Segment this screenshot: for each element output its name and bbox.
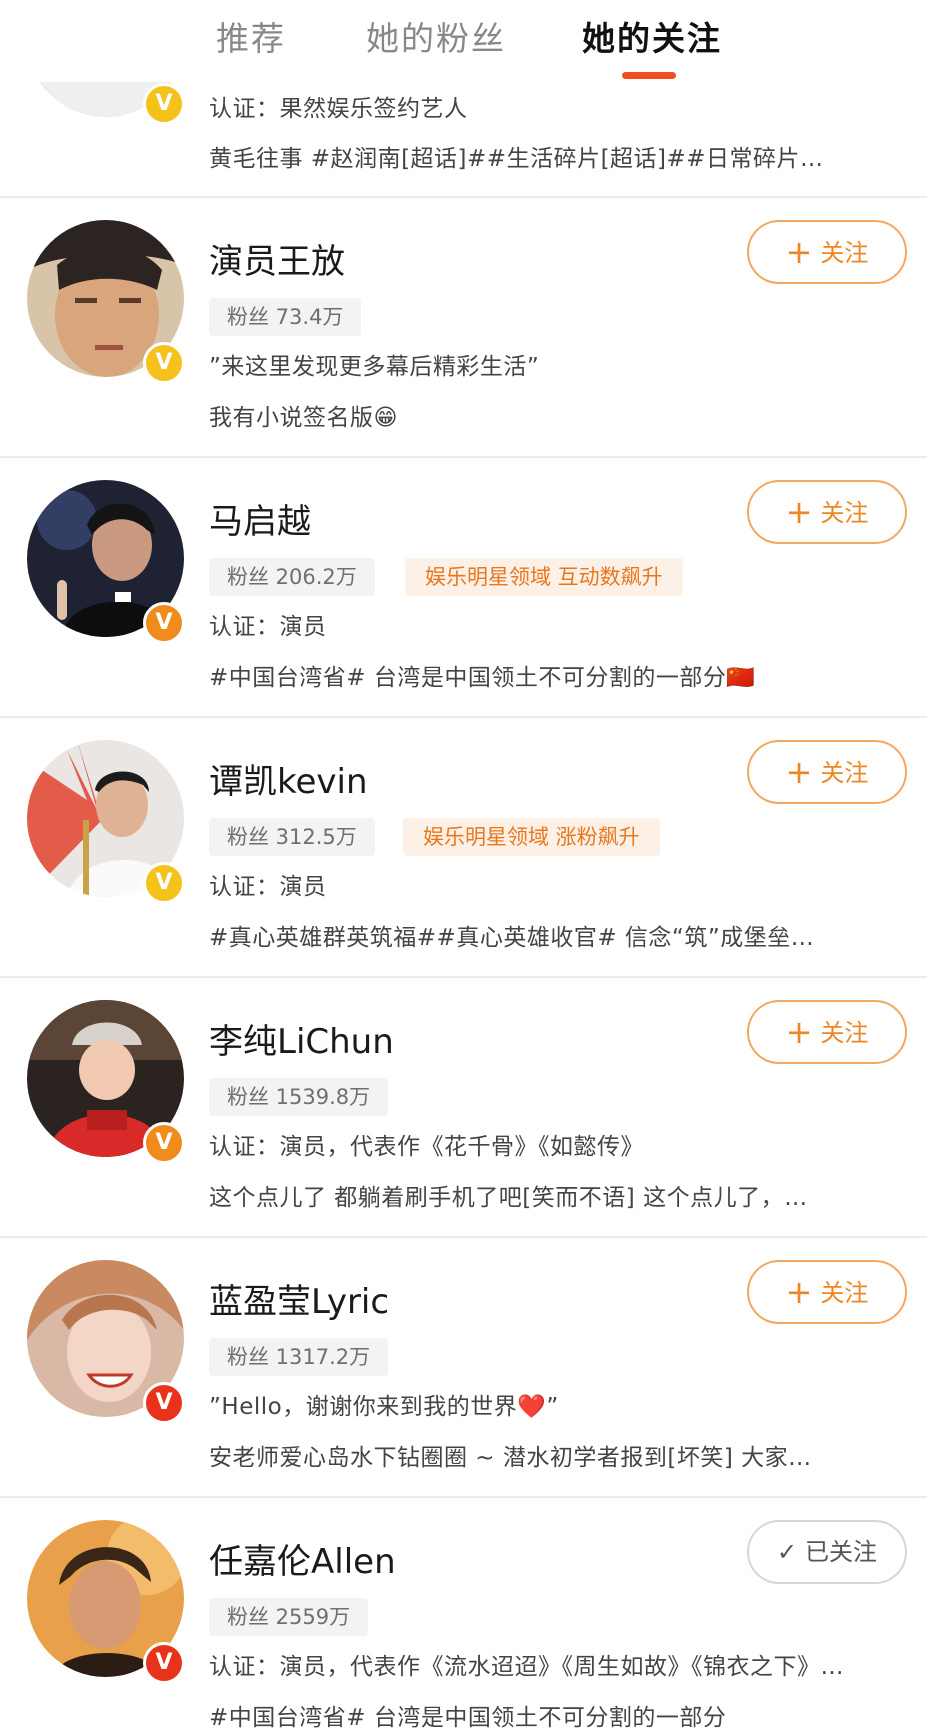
verification-text: 认证：演员 xyxy=(209,614,327,640)
verification-text: 认证：果然娱乐签约艺人 xyxy=(209,96,468,122)
verified-badge-icon: V xyxy=(143,1642,185,1684)
follow-button[interactable]: + 关注 xyxy=(747,740,907,804)
verified-badge-icon: V xyxy=(143,83,185,125)
bio-text: #中国台湾省# 台湾是中国领土不可分割的一部分 xyxy=(209,1705,727,1731)
verified-badge-icon: V xyxy=(143,602,185,644)
list-item[interactable]: V 谭凯kevin 粉丝 312.5万 娱乐明星领域 涨粉飙升 认证：演员 #真… xyxy=(0,718,927,978)
tab-recommend[interactable]: 推荐 xyxy=(216,14,286,64)
follow-button[interactable]: + 关注 xyxy=(747,480,907,544)
following-button[interactable]: ✓ 已关注 xyxy=(747,1520,907,1584)
divider xyxy=(0,196,927,198)
plus-icon: + xyxy=(785,1013,813,1051)
verified-badge-icon: V xyxy=(143,862,185,904)
bio-text: 安老师爱心岛水下钻圈圈 ~ 潜水初学者报到[坏笑] 大家… xyxy=(209,1445,812,1471)
list-item[interactable]: V 任嘉伦Allen 粉丝 2559万 认证：演员，代表作《流水迢迢》《周生如故… xyxy=(0,1498,927,1731)
verification-text: 认证：演员，代表作《花千骨》《如懿传》 xyxy=(209,1134,644,1160)
fans-count: 粉丝 312.5万 xyxy=(209,818,375,856)
plus-icon: + xyxy=(785,493,813,531)
trending-tag[interactable]: 娱乐明星领域 涨粉飙升 xyxy=(403,818,660,856)
fans-count: 粉丝 1317.2万 xyxy=(209,1338,389,1376)
follow-button-label: 关注 xyxy=(820,1279,869,1307)
bio-quote: ”Hello，谢谢你来到我的世界❤️” xyxy=(209,1394,559,1420)
tab-her-following[interactable]: 她的关注 xyxy=(582,14,722,64)
follow-button-label: 已关注 xyxy=(805,1538,878,1566)
trending-tag[interactable]: 娱乐明星领域 互动数飙升 xyxy=(405,558,683,596)
bio-text: 这个点儿了 都躺着刷手机了吧[笑而不语] 这个点儿了，… xyxy=(209,1185,808,1211)
bio-text: #中国台湾省# 台湾是中国领土不可分割的一部分🇨🇳 xyxy=(209,665,756,691)
bio-text: 黄毛往事 #赵润南[超话]##生活碎片[超话]##日常碎片… xyxy=(209,146,824,172)
verified-badge-icon: V xyxy=(143,342,185,384)
user-name[interactable]: 谭凯kevin xyxy=(209,758,368,806)
active-tab-indicator xyxy=(622,72,676,79)
user-name[interactable]: 任嘉伦Allen xyxy=(209,1538,396,1586)
verified-badge-icon: V xyxy=(143,1122,185,1164)
tab-bar: 推荐 她的粉丝 她的关注 xyxy=(0,0,927,82)
follow-button[interactable]: + 关注 xyxy=(747,220,907,284)
fans-count: 粉丝 73.4万 xyxy=(209,298,362,336)
user-name[interactable]: 李纯LiChun xyxy=(209,1018,394,1066)
fans-count: 粉丝 1539.8万 xyxy=(209,1078,389,1116)
verification-text: 认证：演员，代表作《流水迢迢》《周生如故》《锦衣之下》… xyxy=(209,1654,844,1680)
bio-text: 我有小说签名版😁 xyxy=(209,405,398,431)
follow-button[interactable]: + 关注 xyxy=(747,1260,907,1324)
fans-count: 粉丝 2559万 xyxy=(209,1598,369,1636)
list-item[interactable]: V 蓝盈莹Lyric 粉丝 1317.2万 ”Hello，谢谢你来到我的世界❤️… xyxy=(0,1238,927,1498)
tab-her-fans[interactable]: 她的粉丝 xyxy=(366,14,506,64)
verification-text: 认证：演员 xyxy=(209,874,327,900)
follow-button-label: 关注 xyxy=(820,1019,869,1047)
check-icon: ✓ xyxy=(776,1538,798,1566)
user-name[interactable]: 演员王放 xyxy=(209,238,345,286)
follow-button-label: 关注 xyxy=(820,759,869,787)
bio-quote: ”来这里发现更多幕后精彩生活” xyxy=(209,354,540,380)
list-item[interactable]: V 李纯LiChun 粉丝 1539.8万 认证：演员，代表作《花千骨》《如懿传… xyxy=(0,978,927,1238)
plus-icon: + xyxy=(785,753,813,791)
user-name[interactable]: 蓝盈莹Lyric xyxy=(209,1278,389,1326)
follow-button[interactable]: + 关注 xyxy=(747,1000,907,1064)
bio-text: #真心英雄群英筑福##真心英雄收官# 信念“筑”成堡垒… xyxy=(209,925,815,951)
follow-button-label: 关注 xyxy=(820,239,869,267)
list-item[interactable]: V 马启越 粉丝 206.2万 娱乐明星领域 互动数飙升 认证：演员 #中国台湾… xyxy=(0,458,927,718)
list-item[interactable]: V 演员王放 粉丝 73.4万 ”来这里发现更多幕后精彩生活” 我有小说签名版😁… xyxy=(0,198,927,458)
fans-count: 粉丝 206.2万 xyxy=(209,558,375,596)
follow-button-label: 关注 xyxy=(820,499,869,527)
verified-badge-icon: V xyxy=(143,1382,185,1424)
plus-icon: + xyxy=(785,233,813,271)
plus-icon: + xyxy=(785,1273,813,1311)
user-name[interactable]: 马启越 xyxy=(209,498,311,546)
